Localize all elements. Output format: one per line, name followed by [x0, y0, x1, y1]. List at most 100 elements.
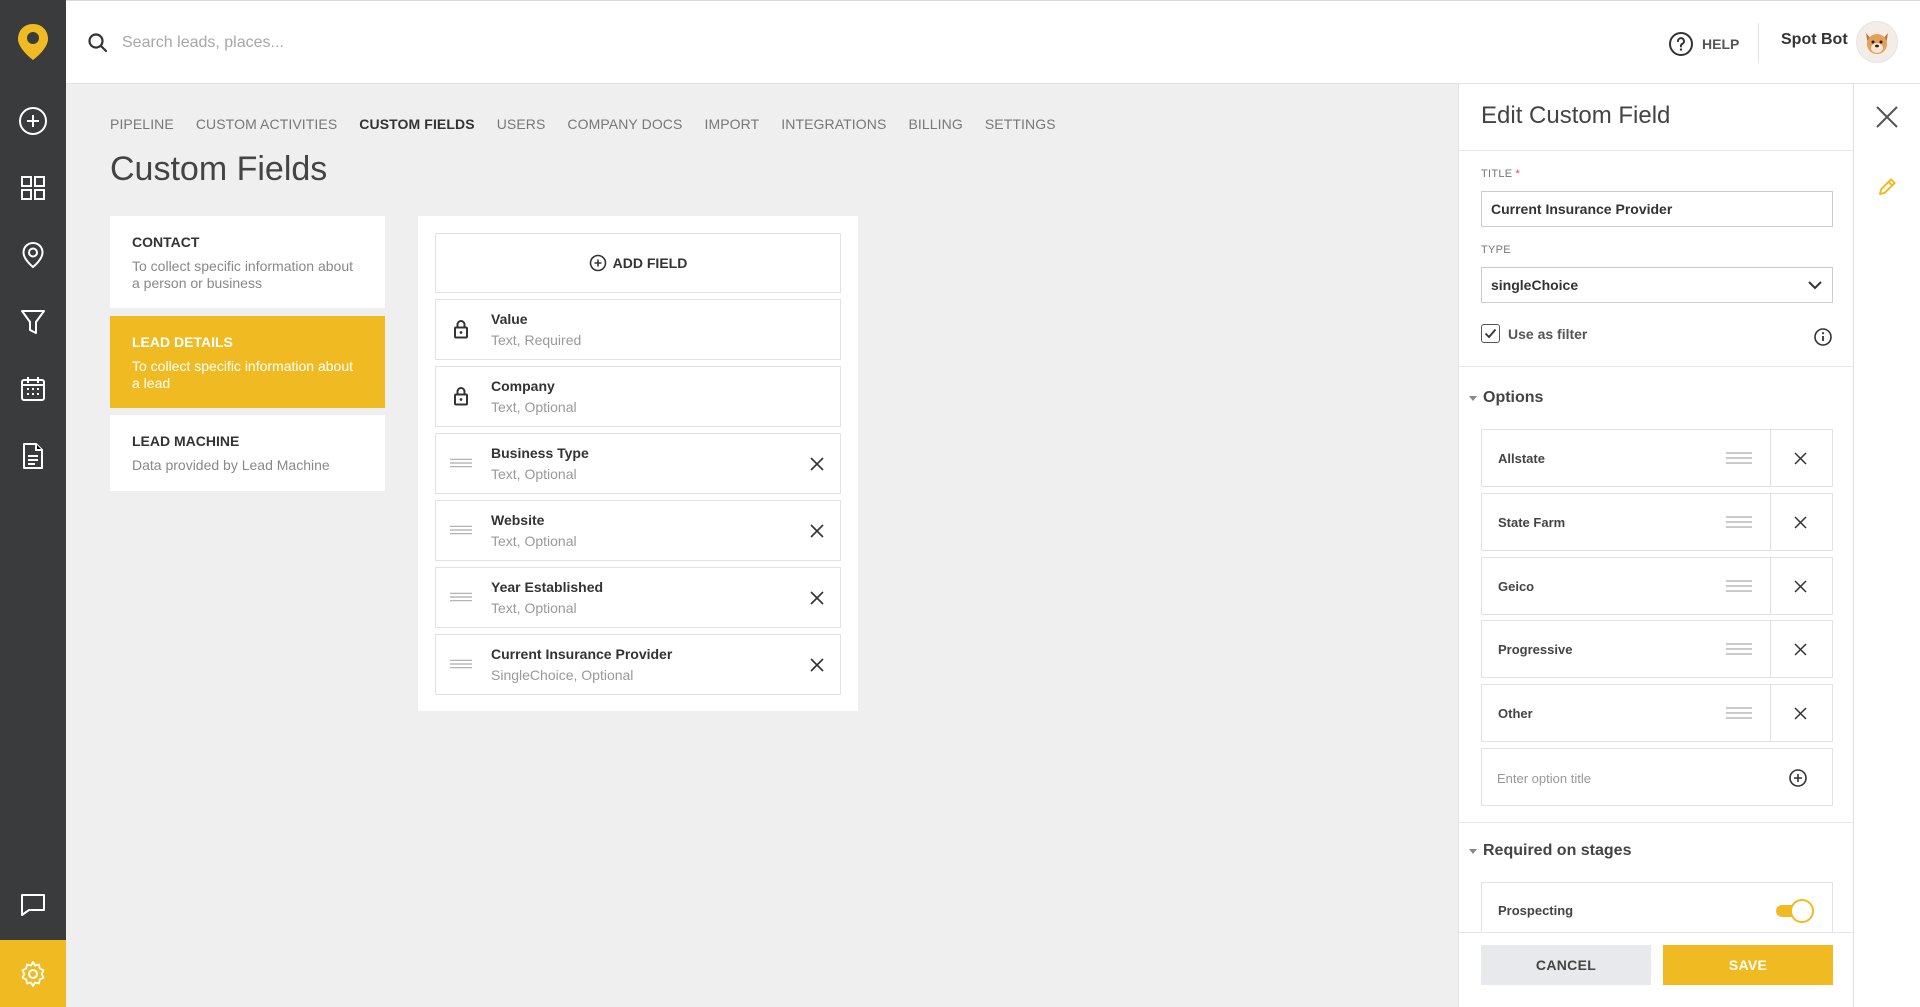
- sidebar-item-documents[interactable]: [0, 423, 66, 489]
- checkbox[interactable]: [1481, 324, 1500, 343]
- category-title: LEAD DETAILS: [132, 334, 233, 350]
- cancel-button[interactable]: CANCEL: [1481, 945, 1651, 985]
- stage-required-toggle[interactable]: [1776, 899, 1814, 923]
- tab-import[interactable]: IMPORT: [704, 116, 759, 132]
- user-name[interactable]: Spot Bot: [1781, 31, 1848, 49]
- field-name: Business Type: [491, 445, 589, 461]
- drawer-actions-rail: [1854, 84, 1920, 1007]
- checkbox-label: Use as filter: [1508, 325, 1588, 342]
- options-section-toggle[interactable]: Options: [1469, 389, 1543, 407]
- stage-name: Prospecting: [1498, 903, 1574, 918]
- drag-handle-icon[interactable]: [1726, 579, 1752, 593]
- category-contact[interactable]: CONTACT To collect specific information …: [110, 216, 385, 308]
- save-button[interactable]: SAVE: [1663, 945, 1833, 985]
- map-pin-icon: [22, 241, 44, 269]
- sidebar-item-settings[interactable]: [0, 940, 66, 1007]
- close-drawer-button[interactable]: [1874, 104, 1900, 130]
- option-row: Geico: [1481, 557, 1833, 615]
- search-input[interactable]: [122, 23, 822, 63]
- avatar[interactable]: [1856, 21, 1898, 63]
- sidebar-item-map[interactable]: [0, 222, 66, 288]
- divider: [1459, 822, 1853, 823]
- tab-custom-fields[interactable]: CUSTOM FIELDS: [359, 116, 474, 132]
- option-name: State Farm: [1498, 515, 1566, 530]
- drag-handle-icon[interactable]: [450, 586, 472, 608]
- field-row-business-type[interactable]: Business Type Text, Optional: [435, 433, 841, 494]
- title-label: TITLE *: [1481, 168, 1521, 180]
- title-field[interactable]: [1481, 191, 1833, 227]
- category-title: LEAD MACHINE: [132, 433, 240, 449]
- use-as-filter-checkbox[interactable]: Use as filter: [1481, 324, 1587, 343]
- question-circle-icon: [1669, 32, 1693, 56]
- drag-handle-icon[interactable]: [1726, 451, 1752, 465]
- lock-icon: [450, 318, 472, 340]
- remove-field-button[interactable]: [804, 518, 830, 544]
- logo-pin-icon: [18, 24, 48, 60]
- stages-heading: Required on stages: [1483, 842, 1632, 859]
- remove-option-button[interactable]: [1788, 637, 1812, 661]
- field-row-year-established[interactable]: Year Established Text, Optional: [435, 567, 841, 628]
- close-icon: [810, 658, 824, 672]
- drag-handle-icon[interactable]: [1726, 706, 1752, 720]
- drag-handle-icon[interactable]: [450, 519, 472, 541]
- stage-row: Prospecting: [1481, 882, 1833, 938]
- funnel-icon: [21, 310, 45, 334]
- caret-down-icon: [1469, 848, 1477, 854]
- top-divider: [1758, 23, 1759, 63]
- type-select[interactable]: singleChoice: [1481, 267, 1833, 303]
- required-marker: *: [1515, 168, 1521, 180]
- divider: [1770, 685, 1771, 741]
- add-field-button[interactable]: ADD FIELD: [435, 233, 841, 293]
- chat-icon: [21, 894, 45, 916]
- sidebar-item-dashboard[interactable]: [0, 155, 66, 221]
- plus-circle-icon: [589, 254, 606, 272]
- tab-custom-activities[interactable]: CUSTOM ACTIVITIES: [196, 116, 337, 132]
- sidebar-item-pipeline[interactable]: [0, 289, 66, 355]
- help-button[interactable]: HELP: [1668, 29, 1739, 59]
- category-lead-details[interactable]: LEAD DETAILS To collect specific informa…: [110, 316, 385, 408]
- option-name: Progressive: [1498, 642, 1573, 657]
- info-icon[interactable]: [1813, 327, 1833, 347]
- tab-company-docs[interactable]: COMPANY DOCS: [567, 116, 682, 132]
- close-icon: [1793, 706, 1807, 720]
- option-row: Allstate: [1481, 429, 1833, 487]
- field-meta: SingleChoice, Optional: [491, 667, 634, 683]
- drag-handle-icon[interactable]: [1726, 642, 1752, 656]
- pencil-icon[interactable]: [1876, 176, 1898, 198]
- add-option-button[interactable]: [1786, 766, 1810, 790]
- sidebar-item-calendar[interactable]: [0, 356, 66, 422]
- caret-down-icon: [1469, 395, 1477, 401]
- divider: [1770, 621, 1771, 677]
- category-lead-machine[interactable]: LEAD MACHINE Data provided by Lead Machi…: [110, 415, 385, 491]
- type-label: TYPE: [1481, 244, 1511, 256]
- field-row-value[interactable]: Value Text, Required: [435, 299, 841, 360]
- remove-field-button[interactable]: [804, 652, 830, 678]
- field-row-current-insurance-provider[interactable]: Current Insurance Provider SingleChoice,…: [435, 634, 841, 695]
- tab-settings[interactable]: SETTINGS: [985, 116, 1056, 132]
- tab-pipeline[interactable]: PIPELINE: [110, 116, 174, 132]
- field-row-website[interactable]: Website Text, Optional: [435, 500, 841, 561]
- app-logo[interactable]: [0, 0, 66, 84]
- sidebar-item-add[interactable]: [0, 88, 66, 154]
- remove-field-button[interactable]: [804, 585, 830, 611]
- field-name: Website: [491, 512, 545, 528]
- tab-billing[interactable]: BILLING: [908, 116, 962, 132]
- remove-field-button[interactable]: [804, 451, 830, 477]
- tab-integrations[interactable]: INTEGRATIONS: [781, 116, 886, 132]
- category-description: To collect specific information about a …: [132, 358, 353, 391]
- remove-option-button[interactable]: [1788, 510, 1812, 534]
- remove-option-button[interactable]: [1788, 574, 1812, 598]
- new-option-input[interactable]: [1497, 767, 1767, 789]
- drag-handle-icon[interactable]: [1726, 515, 1752, 529]
- remove-option-button[interactable]: [1788, 446, 1812, 470]
- tab-users[interactable]: USERS: [497, 116, 546, 132]
- field-row-company[interactable]: Company Text, Optional: [435, 366, 841, 427]
- remove-option-button[interactable]: [1788, 701, 1812, 725]
- drawer-footer: CANCEL SAVE: [1459, 932, 1853, 1007]
- sidebar-item-chat[interactable]: [0, 872, 66, 938]
- drag-handle-icon[interactable]: [450, 653, 472, 675]
- field-name: Year Established: [491, 579, 604, 595]
- drag-handle-icon[interactable]: [450, 452, 472, 474]
- stages-section-toggle[interactable]: Required on stages: [1469, 842, 1631, 860]
- type-select-value: singleChoice: [1491, 277, 1579, 293]
